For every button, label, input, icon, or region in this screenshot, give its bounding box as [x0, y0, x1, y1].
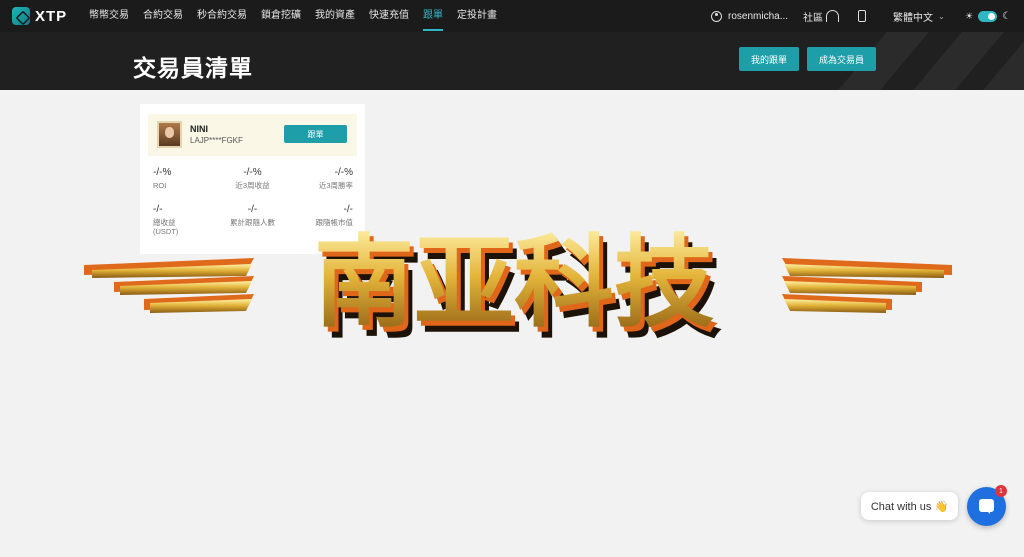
page-header: 交易員清單 我的跟單 成為交易員 — [0, 32, 1024, 90]
right-wing-icon — [782, 258, 952, 313]
nav-item-deposit[interactable]: 快速充值 — [369, 0, 409, 32]
chevron-down-icon: ⌄ — [938, 11, 945, 21]
logo-icon — [12, 7, 30, 25]
banner-text: 南亚科技 — [314, 224, 714, 340]
nav-item-copy-trading[interactable]: 跟單 — [423, 0, 443, 32]
notification-badge: 1 — [995, 485, 1007, 497]
language-select[interactable]: 繁體中文 ⌄ — [893, 0, 945, 32]
stat-value-3w-winrate: -/-% — [334, 167, 353, 178]
mobile-app-link[interactable] — [858, 0, 866, 32]
overlay-banner: 南亚科技 南亚科技 南亚科技 — [84, 224, 952, 340]
user-menu[interactable]: rosenmicha... — [711, 0, 788, 32]
nav-item-investment-plan[interactable]: 定投計畫 — [457, 0, 497, 32]
trader-uid: LAJP****FGKF — [190, 136, 243, 145]
top-nav: XTP 幣幣交易 合約交易 秒合約交易 鎖倉挖礦 我的資產 快速充值 跟單 定投… — [0, 0, 1024, 32]
nav-item-staking[interactable]: 鎖倉挖礦 — [261, 0, 301, 32]
sun-icon: ☀ — [965, 10, 974, 21]
follow-button[interactable]: 跟單 — [284, 125, 347, 143]
my-follow-button[interactable]: 我的跟單 — [739, 47, 799, 71]
nav-item-contract[interactable]: 合約交易 — [143, 0, 183, 32]
stat-label-3w-profit: 近3周收益 — [235, 181, 270, 190]
nav-item-spot[interactable]: 幣幣交易 — [89, 0, 129, 32]
username: rosenmicha... — [728, 10, 789, 22]
community-label: 社區 — [803, 12, 823, 24]
become-trader-button[interactable]: 成為交易員 — [807, 47, 876, 71]
main-nav: 幣幣交易 合約交易 秒合約交易 鎖倉挖礦 我的資產 快速充值 跟單 定投計畫 — [89, 0, 511, 32]
chat-prompt[interactable]: Chat with us 👋 — [861, 492, 958, 520]
moon-icon: ☾ — [1002, 10, 1012, 22]
phone-icon — [858, 10, 866, 22]
community-link[interactable]: 社區 — [803, 0, 839, 32]
logo-text: XTP — [35, 7, 68, 25]
stat-label-3w-winrate: 近3周勝率 — [318, 181, 353, 190]
stat-value-total-profit: -/- — [153, 204, 163, 215]
nav-item-assets[interactable]: 我的資產 — [315, 0, 355, 32]
headset-icon — [826, 10, 839, 22]
user-icon — [711, 10, 722, 22]
stat-value-roi: -/-% — [153, 167, 172, 178]
trader-name: NINI — [190, 124, 208, 134]
stat-label-roi: ROI — [153, 181, 167, 190]
logo[interactable]: XTP — [12, 7, 67, 25]
stat-value-followers: -/- — [247, 204, 258, 215]
theme-toggle[interactable]: ☀ ☾ — [965, 0, 1011, 32]
left-wing-icon — [84, 258, 254, 313]
stat-value-3w-profit: -/-% — [243, 167, 262, 178]
language-label: 繁體中文 — [893, 12, 933, 24]
trader-card-header: NINI LAJP****FGKF 跟單 — [148, 114, 357, 156]
page-title: 交易員清單 — [133, 55, 253, 81]
nav-item-second-contract[interactable]: 秒合約交易 — [197, 0, 247, 32]
avatar — [157, 121, 182, 148]
stat-value-follow-value: -/- — [343, 204, 353, 215]
theme-switch[interactable] — [978, 10, 998, 22]
